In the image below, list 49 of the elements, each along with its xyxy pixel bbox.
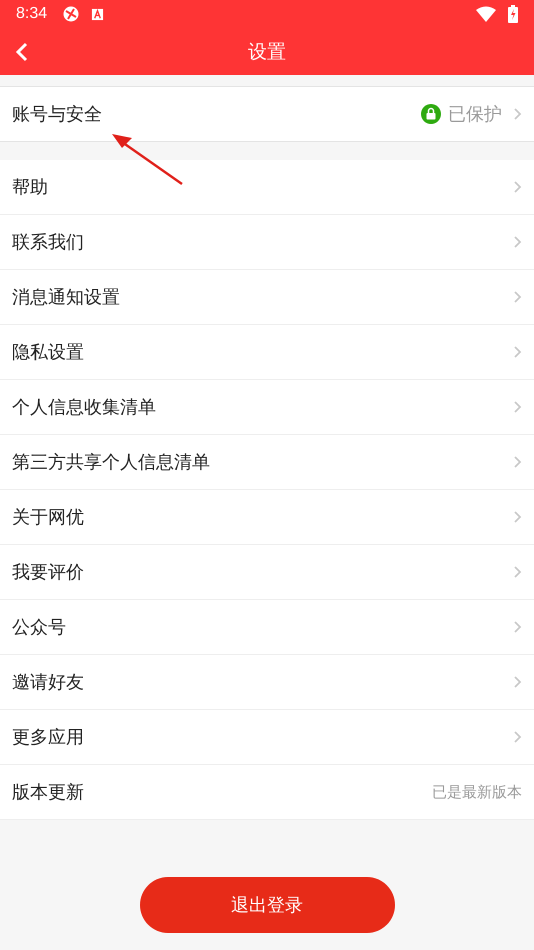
chevron-icon xyxy=(513,676,522,688)
status-text: 已保护 xyxy=(448,103,502,126)
chevron-icon xyxy=(513,731,522,743)
settings-row[interactable]: 消息通知设置 xyxy=(0,270,534,325)
row-label: 账号与安全 xyxy=(12,103,102,126)
settings-row[interactable]: 帮助 xyxy=(0,160,534,215)
version-status: 已是最新版本 xyxy=(432,782,522,802)
annotation-arrow xyxy=(112,134,183,186)
chevron-icon xyxy=(513,566,522,578)
app-icon xyxy=(63,6,80,22)
settings-row[interactable]: 公众号 xyxy=(0,600,534,655)
account-security-row[interactable]: 账号与安全 已保护 xyxy=(0,86,534,142)
settings-row[interactable]: 版本更新 已是最新版本 xyxy=(0,765,534,820)
row-label: 第三方共享个人信息清单 xyxy=(12,451,210,474)
settings-row[interactable]: 更多应用 xyxy=(0,710,534,765)
chevron-icon xyxy=(513,291,522,303)
row-label: 公众号 xyxy=(12,616,66,639)
settings-row[interactable]: 隐私设置 xyxy=(0,325,534,380)
chevron-icon xyxy=(513,181,522,193)
row-label: 隐私设置 xyxy=(12,341,84,364)
status-time: 8:34 xyxy=(16,5,48,23)
battery-icon xyxy=(508,5,518,23)
chevron-icon xyxy=(513,456,522,468)
row-label: 我要评价 xyxy=(12,561,84,584)
row-label: 消息通知设置 xyxy=(12,286,120,309)
chevron-icon xyxy=(513,401,522,413)
wifi-icon xyxy=(476,6,496,22)
back-icon xyxy=(16,42,28,62)
row-label: 帮助 xyxy=(12,176,48,199)
row-label: 邀请好友 xyxy=(12,671,84,694)
page-title: 设置 xyxy=(248,40,286,64)
notification-icon xyxy=(91,8,104,20)
settings-row[interactable]: 邀请好友 xyxy=(0,655,534,710)
settings-row[interactable]: 关于网优 xyxy=(0,490,534,545)
chevron-icon xyxy=(513,621,522,633)
chevron-icon xyxy=(513,108,522,120)
settings-row[interactable]: 我要评价 xyxy=(0,545,534,600)
row-label: 关于网优 xyxy=(12,506,84,529)
row-label: 联系我们 xyxy=(12,231,84,254)
row-label: 个人信息收集清单 xyxy=(12,396,156,419)
row-label: 版本更新 xyxy=(12,781,84,804)
settings-row[interactable]: 联系我们 xyxy=(0,215,534,270)
logout-button[interactable]: 退出登录 xyxy=(140,877,394,933)
settings-row[interactable]: 第三方共享个人信息清单 xyxy=(0,435,534,490)
chevron-icon xyxy=(513,346,522,358)
settings-row[interactable]: 个人信息收集清单 xyxy=(0,380,534,435)
chevron-icon xyxy=(513,511,522,523)
row-label: 更多应用 xyxy=(12,726,84,749)
chevron-icon xyxy=(513,236,522,248)
